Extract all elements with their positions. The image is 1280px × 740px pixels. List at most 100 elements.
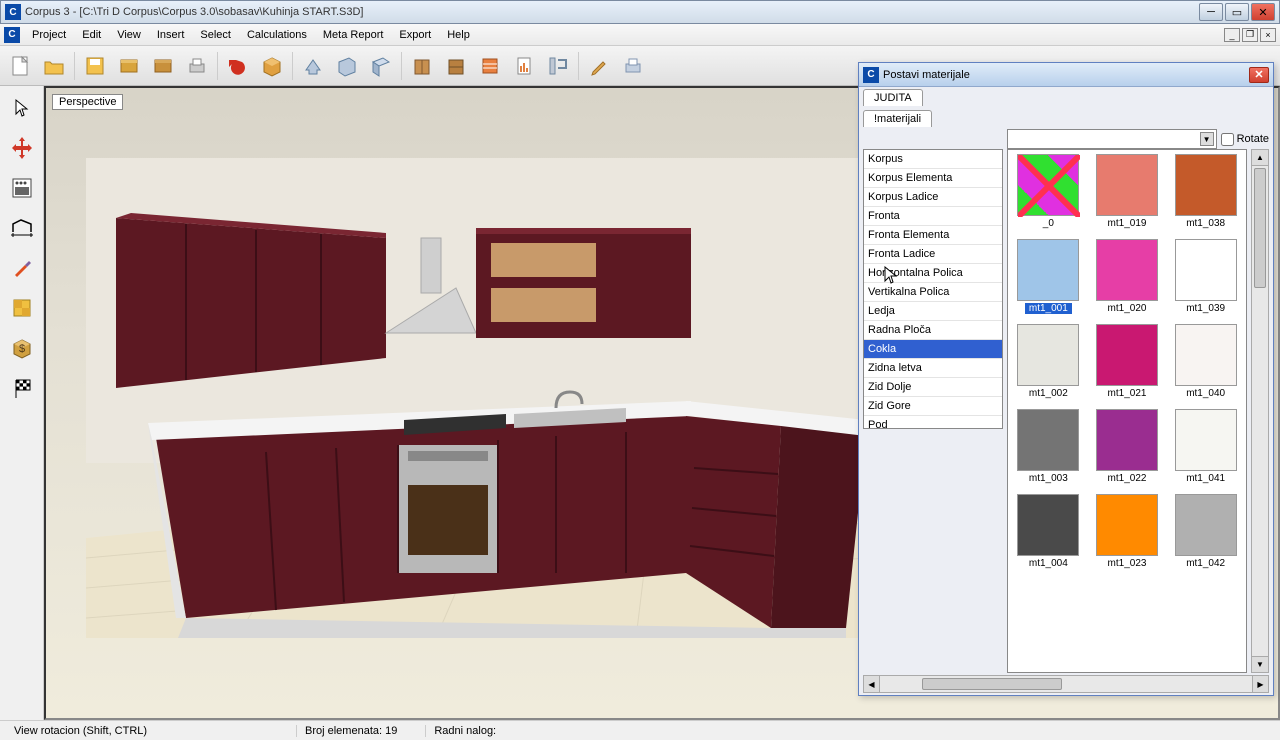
new-file-button[interactable] [4,50,36,82]
close-button[interactable]: ✕ [1251,3,1275,21]
list-item[interactable]: Zid Gore [864,397,1002,416]
swatch-_0[interactable]: _0 [1012,154,1085,229]
parts-list-button[interactable] [474,50,506,82]
scroll-down-button[interactable]: ▼ [1252,656,1268,672]
dialog-title: Postavi materijale [883,69,1249,81]
box-tool[interactable]: $ [4,330,40,366]
dialog-titlebar[interactable]: C Postavi materijale ✕ [859,63,1273,87]
list-item[interactable]: Cokla [864,340,1002,359]
cabinet1-button[interactable] [406,50,438,82]
swatch-mt1_023[interactable]: mt1_023 [1091,494,1164,569]
child-minimize-button[interactable]: _ [1224,28,1240,42]
texture-tool[interactable] [4,290,40,326]
child-close-button[interactable]: × [1260,28,1276,42]
flag-tool[interactable] [4,370,40,406]
swatch-mt1_040[interactable]: mt1_040 [1169,324,1242,399]
scroll-left-button[interactable]: ◀ [864,676,880,692]
menu-select[interactable]: Select [192,26,239,44]
list-item[interactable]: Ledja [864,302,1002,321]
minimize-button[interactable]: ─ [1199,3,1223,21]
swatch-mt1_019[interactable]: mt1_019 [1091,154,1164,229]
swatch-mt1_002[interactable]: mt1_002 [1012,324,1085,399]
print2-button[interactable] [617,50,649,82]
hscroll-thumb[interactable] [922,678,1062,690]
print-button[interactable] [181,50,213,82]
swatch-mt1_001[interactable]: mt1_001 [1012,239,1085,314]
tab-materijali[interactable]: !materijali [863,110,932,127]
list-item[interactable]: Radna Ploča [864,321,1002,340]
move-tool[interactable] [4,130,40,166]
swatch-mt1_020[interactable]: mt1_020 [1091,239,1164,314]
app-icon: C [5,4,21,20]
horizontal-scrollbar[interactable]: ◀ ▶ [863,675,1269,693]
rotate-checkbox[interactable]: Rotate [1221,129,1269,149]
room-tool[interactable] [4,210,40,246]
view-front-button[interactable] [331,50,363,82]
archive-button[interactable] [147,50,179,82]
list-item[interactable]: Pod [864,416,1002,429]
viewport-label: Perspective [52,94,123,110]
maximize-button[interactable]: ▭ [1225,3,1249,21]
menubar: C ProjectEditViewInsertSelectCalculation… [0,24,1280,46]
list-item[interactable]: Korpus Ladice [864,188,1002,207]
cabinet2-button[interactable] [440,50,472,82]
left-toolbar: $ [0,86,44,720]
menu-calculations[interactable]: Calculations [239,26,315,44]
list-item[interactable]: Fronta [864,207,1002,226]
list-item[interactable]: Korpus [864,150,1002,169]
swatch-mt1_004[interactable]: mt1_004 [1012,494,1085,569]
brush-tool[interactable] [4,250,40,286]
scroll-thumb[interactable] [1254,168,1266,288]
svg-text:$: $ [18,343,24,355]
menu-meta-report[interactable]: Meta Report [315,26,392,44]
dialog-icon: C [863,67,879,83]
swatch-mt1_038[interactable]: mt1_038 [1169,154,1242,229]
dialog-close-button[interactable]: ✕ [1249,67,1269,83]
list-item[interactable]: Horizontalna Polica [864,264,1002,283]
parts-list[interactable]: KorpusKorpus ElementaKorpus LadiceFronta… [863,149,1003,429]
open-file-button[interactable] [38,50,70,82]
measure-button[interactable] [542,50,574,82]
report-button[interactable] [508,50,540,82]
menu-insert[interactable]: Insert [149,26,193,44]
edit-tool-button[interactable] [583,50,615,82]
menu-view[interactable]: View [109,26,149,44]
undo-button[interactable] [222,50,254,82]
save-button[interactable] [79,50,111,82]
swatch-mt1_042[interactable]: mt1_042 [1169,494,1242,569]
child-restore-button[interactable]: ❐ [1242,28,1258,42]
swatch-mt1_041[interactable]: mt1_041 [1169,409,1242,484]
swatch-mt1_039[interactable]: mt1_039 [1169,239,1242,314]
swatch-mt1_022[interactable]: mt1_022 [1091,409,1164,484]
status-hint: View rotacion (Shift, CTRL) [6,725,276,737]
package-button[interactable] [256,50,288,82]
menu-export[interactable]: Export [391,26,439,44]
view-side-button[interactable] [365,50,397,82]
swatch-mt1_003[interactable]: mt1_003 [1012,409,1085,484]
menu-edit[interactable]: Edit [74,26,109,44]
window-titlebar: C Corpus 3 - [C:\Tri D Corpus\Corpus 3.0… [0,0,1280,24]
swatch-mt1_021[interactable]: mt1_021 [1091,324,1164,399]
list-item[interactable]: Vertikalna Polica [864,283,1002,302]
list-item[interactable]: Korpus Elementa [864,169,1002,188]
tab-judita[interactable]: JUDITA [863,89,923,106]
vertical-scrollbar[interactable]: ▲ ▼ [1251,149,1269,673]
oven-tool[interactable] [4,170,40,206]
status-bar: View rotacion (Shift, CTRL) Broj elemena… [0,720,1280,740]
list-item[interactable]: Fronta Elementa [864,226,1002,245]
open-project-button[interactable] [113,50,145,82]
list-item[interactable]: Zid Dolje [864,378,1002,397]
scroll-up-button[interactable]: ▲ [1252,150,1268,166]
status-work-order: Radni nalog: [425,725,504,737]
swatch-pane[interactable]: _0mt1_019mt1_038mt1_001mt1_020mt1_039mt1… [1007,149,1247,673]
view-top-button[interactable] [297,50,329,82]
select-tool[interactable] [4,90,40,126]
menu-help[interactable]: Help [439,26,478,44]
status-element-count: Broj elemenata: 19 [296,725,405,737]
scroll-right-button[interactable]: ▶ [1252,676,1268,692]
list-item[interactable]: Zidna letva [864,359,1002,378]
material-filter-combo[interactable]: ▼ [1007,129,1217,149]
chevron-down-icon: ▼ [1200,132,1214,146]
list-item[interactable]: Fronta Ladice [864,245,1002,264]
menu-project[interactable]: Project [24,26,74,44]
